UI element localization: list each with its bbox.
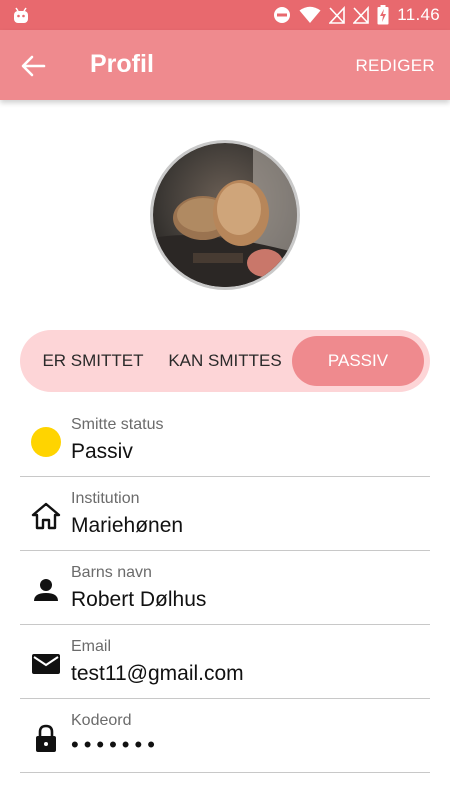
field-infection-status: Smitte status Passiv bbox=[20, 404, 430, 477]
status-bar: 11.46 bbox=[0, 0, 450, 30]
page-title: Profil bbox=[90, 50, 154, 78]
lock-icon bbox=[36, 724, 56, 752]
do-not-disturb-icon bbox=[274, 7, 291, 23]
profile-photo-image bbox=[153, 143, 297, 287]
field-child-name: Barns navn Robert Dølhus bbox=[20, 552, 430, 625]
field-value: Robert Dølhus bbox=[71, 588, 207, 611]
home-icon bbox=[31, 502, 61, 530]
field-value: Passiv bbox=[71, 440, 133, 463]
field-label: Smitte status bbox=[71, 416, 164, 433]
profile-photo[interactable] bbox=[150, 140, 300, 290]
no-signal-icon bbox=[353, 6, 370, 24]
status-option-infected[interactable]: ER SMITTET bbox=[28, 336, 158, 386]
password-value: ••••••• bbox=[71, 732, 160, 757]
field-email: Email test11@gmail.com bbox=[20, 626, 430, 699]
edit-button[interactable]: REDIGER bbox=[355, 56, 435, 76]
field-value: Mariehønen bbox=[71, 514, 184, 537]
field-label: Institution bbox=[71, 490, 140, 507]
clock: 11.46 bbox=[397, 5, 440, 24]
field-label: Barns navn bbox=[71, 564, 152, 581]
person-icon bbox=[34, 579, 58, 601]
field-label: Kodeord bbox=[71, 712, 132, 729]
battery-charging-icon bbox=[377, 5, 389, 25]
mail-icon bbox=[32, 654, 60, 674]
field-label: Email bbox=[71, 638, 112, 655]
status-selector: ER SMITTET KAN SMITTES PASSIV bbox=[20, 330, 430, 392]
no-signal-icon bbox=[329, 6, 346, 24]
field-value: test11@gmail.com bbox=[71, 662, 244, 685]
arrow-left-icon[interactable] bbox=[18, 51, 48, 81]
status-dot-icon bbox=[31, 427, 61, 457]
android-icon bbox=[14, 7, 28, 23]
field-password: Kodeord ••••••• bbox=[20, 700, 430, 773]
app-bar: Profil REDIGER bbox=[0, 30, 450, 100]
status-option-can-infect[interactable]: KAN SMITTES bbox=[162, 336, 288, 386]
status-option-passive[interactable]: PASSIV bbox=[292, 336, 424, 386]
wifi-icon bbox=[299, 6, 321, 23]
field-institution: Institution Mariehønen bbox=[20, 478, 430, 551]
